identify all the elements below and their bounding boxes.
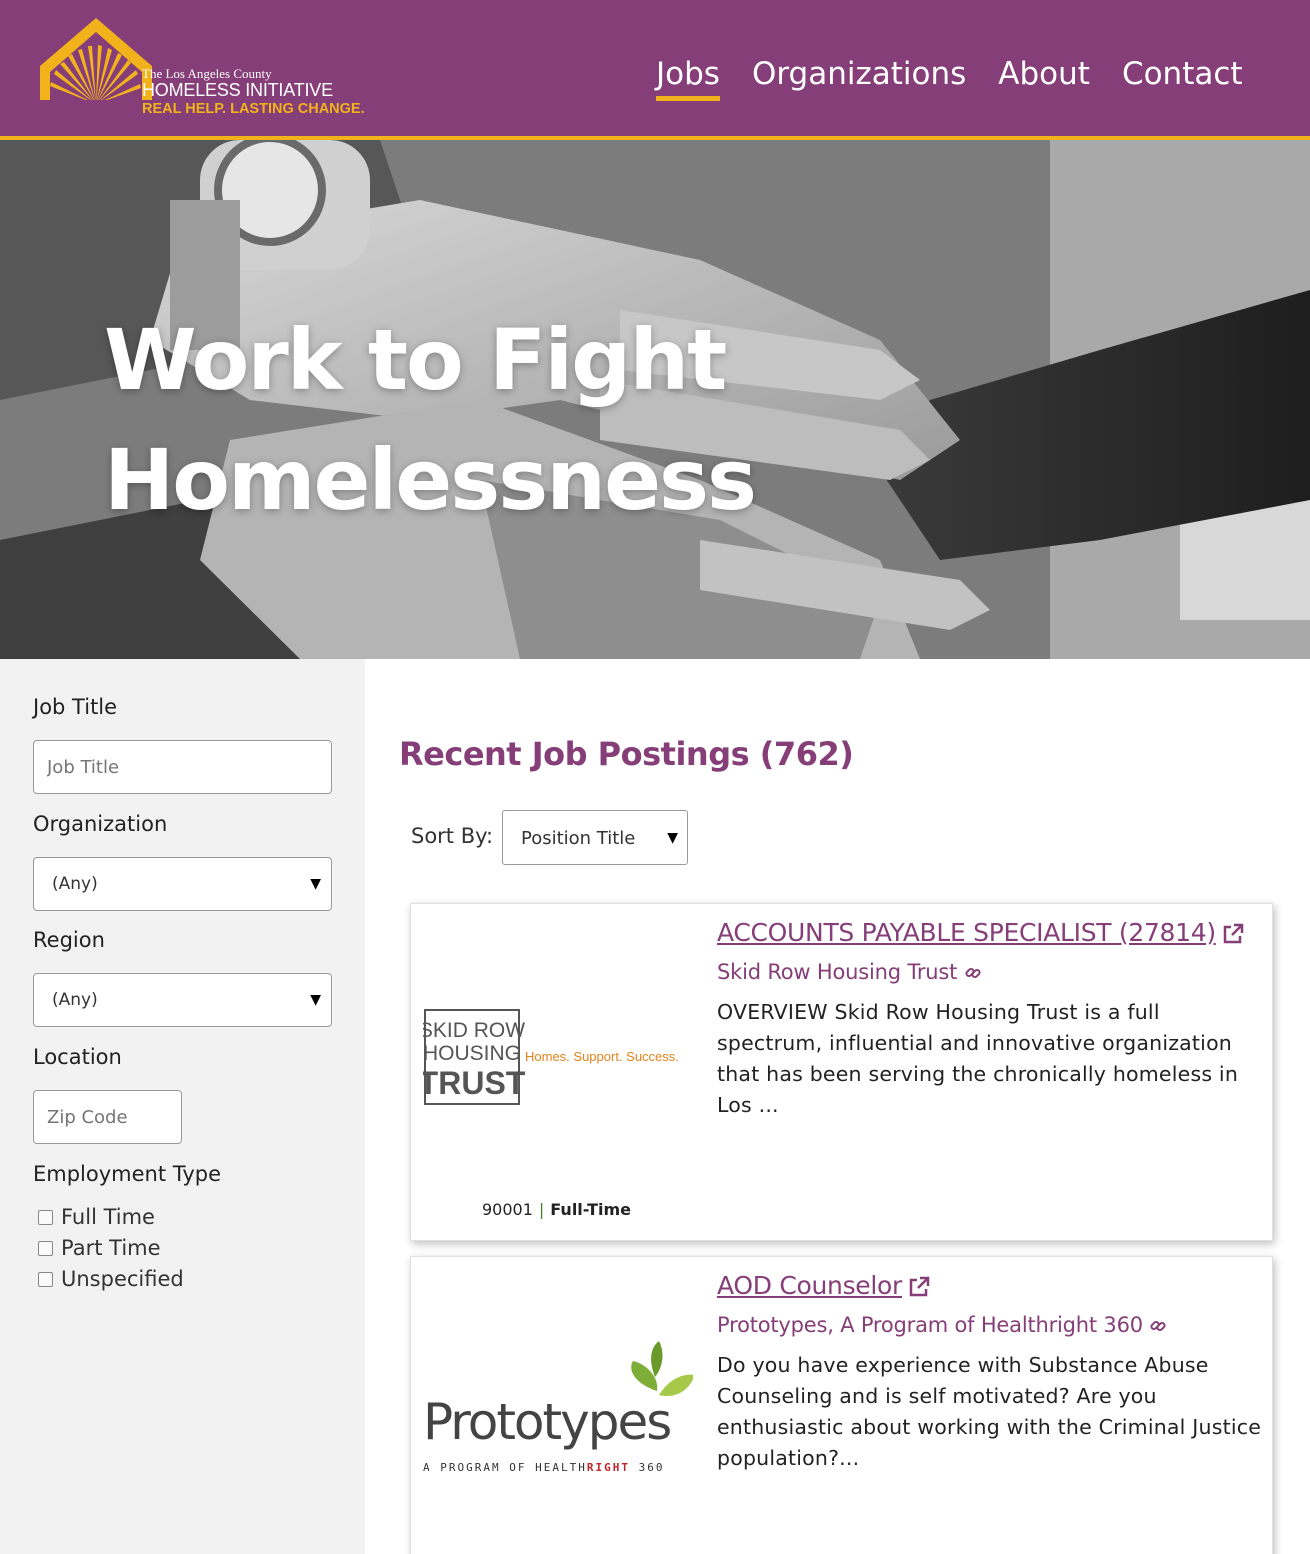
logo-360-text: 360 <box>630 1461 665 1474</box>
site-header: The Los Angeles County HOMELESS INITIATI… <box>0 0 1310 140</box>
region-label: Region <box>33 928 105 952</box>
part-time-label: Part Time <box>61 1236 161 1260</box>
prototypes-logo[interactable]: Prototypes A PROGRAM OF HEALTHRIGHT 360 <box>423 1339 693 1479</box>
full-time-label: Full Time <box>61 1205 155 1229</box>
hero-title-line1: Work to Fight <box>104 311 727 409</box>
unspecified-label: Unspecified <box>61 1267 184 1291</box>
logo-line2: HOMELESS INITIATIVE <box>142 80 333 100</box>
svg-text:A PROGRAM OF HEALTHRIGHT 360: A PROGRAM OF HEALTHRIGHT 360 <box>423 1461 664 1474</box>
sort-select[interactable]: Position Title ▼ <box>502 810 688 865</box>
homeless-initiative-logo[interactable]: The Los Angeles County HOMELESS INITIATI… <box>40 16 380 126</box>
nav-about[interactable]: About <box>998 54 1090 94</box>
logo-trust: TRUST <box>423 1065 526 1101</box>
organization-link[interactable]: Prototypes, A Program of Healthright 360 <box>717 1313 1167 1337</box>
job-title-link[interactable]: ACCOUNTS PAYABLE SPECIALIST (27814) <box>717 918 1244 947</box>
location-label: Location <box>33 1045 122 1069</box>
organization-selected: (Any) <box>52 874 98 894</box>
organization-select[interactable]: (Any) ▼ <box>33 857 332 911</box>
logo-right-text: RIGHT <box>587 1461 630 1474</box>
job-description: OVERVIEW Skid Row Housing Trust is a ful… <box>717 1000 1239 1117</box>
job-title-text: AOD Counselor <box>717 1271 903 1300</box>
external-link-icon <box>909 1276 930 1297</box>
logo-skid-row: SKID ROW <box>423 1019 525 1042</box>
hero-banner: Work to Fight Homelessness <box>0 140 1310 659</box>
dropdown-arrow-icon: ▼ <box>310 992 321 1008</box>
external-link-icon <box>1223 923 1244 944</box>
job-zip: 90001 <box>482 1200 533 1219</box>
job-title-link[interactable]: AOD Counselor <box>717 1271 930 1300</box>
job-title-label: Job Title <box>33 695 118 719</box>
part-time-checkbox-row[interactable]: Part Time <box>38 1236 161 1260</box>
dropdown-arrow-icon: ▼ <box>310 876 321 892</box>
nav-organizations[interactable]: Organizations <box>752 54 966 94</box>
organization-name: Skid Row Housing Trust <box>717 960 958 984</box>
job-description: Do you have experience with Substance Ab… <box>717 1353 1262 1470</box>
full-time-checkbox-row[interactable]: Full Time <box>38 1205 155 1229</box>
job-title-input[interactable] <box>33 740 332 794</box>
logo-tagline: REAL HELP. LASTING CHANGE. <box>142 101 365 117</box>
leaf-icon <box>631 1341 693 1396</box>
job-meta: 90001 | Full-Time <box>482 1200 631 1219</box>
nav-contact[interactable]: Contact <box>1122 54 1243 94</box>
logo-program-of-text: A PROGRAM OF HEALTH <box>423 1461 587 1474</box>
sort-selected: Position Title <box>521 828 636 849</box>
results-title: Recent Job Postings (762) <box>399 735 854 773</box>
part-time-checkbox[interactable] <box>38 1240 53 1256</box>
employment-type-label: Employment Type <box>33 1162 221 1186</box>
zip-code-input[interactable] <box>33 1090 182 1144</box>
job-card: Prototypes A PROGRAM OF HEALTHRIGHT 360 … <box>410 1256 1273 1554</box>
logo-housing: HOUSING <box>423 1042 521 1065</box>
logo-line1: The Los Angeles County <box>142 66 272 81</box>
hero-title-line2: Homelessness <box>104 431 757 529</box>
region-selected: (Any) <box>52 990 98 1010</box>
results-panel: Recent Job Postings (762) Sort By: Posit… <box>365 659 1310 1554</box>
unspecified-checkbox-row[interactable]: Unspecified <box>38 1267 184 1291</box>
region-select[interactable]: (Any) ▼ <box>33 973 332 1027</box>
organization-name: Prototypes, A Program of Healthright 360 <box>717 1313 1143 1337</box>
sort-label: Sort By: <box>411 824 494 848</box>
hero-title: Work to Fight Homelessness <box>104 300 757 540</box>
skid-row-housing-trust-logo[interactable]: SKID ROW HOUSING TRUST Homes. Support. S… <box>423 1008 693 1108</box>
main-nav: Jobs Organizations About Contact <box>640 54 1259 101</box>
logo-text: The Los Angeles County HOMELESS INITIATI… <box>142 66 365 119</box>
sunburst-house-icon <box>40 18 152 106</box>
nav-jobs[interactable]: Jobs <box>656 54 720 101</box>
job-title-text: ACCOUNTS PAYABLE SPECIALIST (27814) <box>717 918 1216 947</box>
full-time-checkbox[interactable] <box>38 1209 53 1225</box>
job-type: Full-Time <box>550 1200 631 1219</box>
logo-homes-support: Homes. Support. Success. <box>525 1049 679 1064</box>
logo-prototypes-text: Prototypes <box>423 1393 670 1451</box>
link-icon <box>1150 1320 1166 1332</box>
filters-sidebar: Job Title Organization (Any) ▼ Region (A… <box>0 659 365 1554</box>
link-icon <box>965 967 981 979</box>
unspecified-checkbox[interactable] <box>38 1271 53 1287</box>
organization-link[interactable]: Skid Row Housing Trust <box>717 960 982 984</box>
job-card: SKID ROW HOUSING TRUST Homes. Support. S… <box>410 903 1273 1241</box>
meta-separator: | <box>538 1200 545 1219</box>
dropdown-arrow-icon: ▼ <box>667 830 678 846</box>
organization-label: Organization <box>33 812 168 836</box>
